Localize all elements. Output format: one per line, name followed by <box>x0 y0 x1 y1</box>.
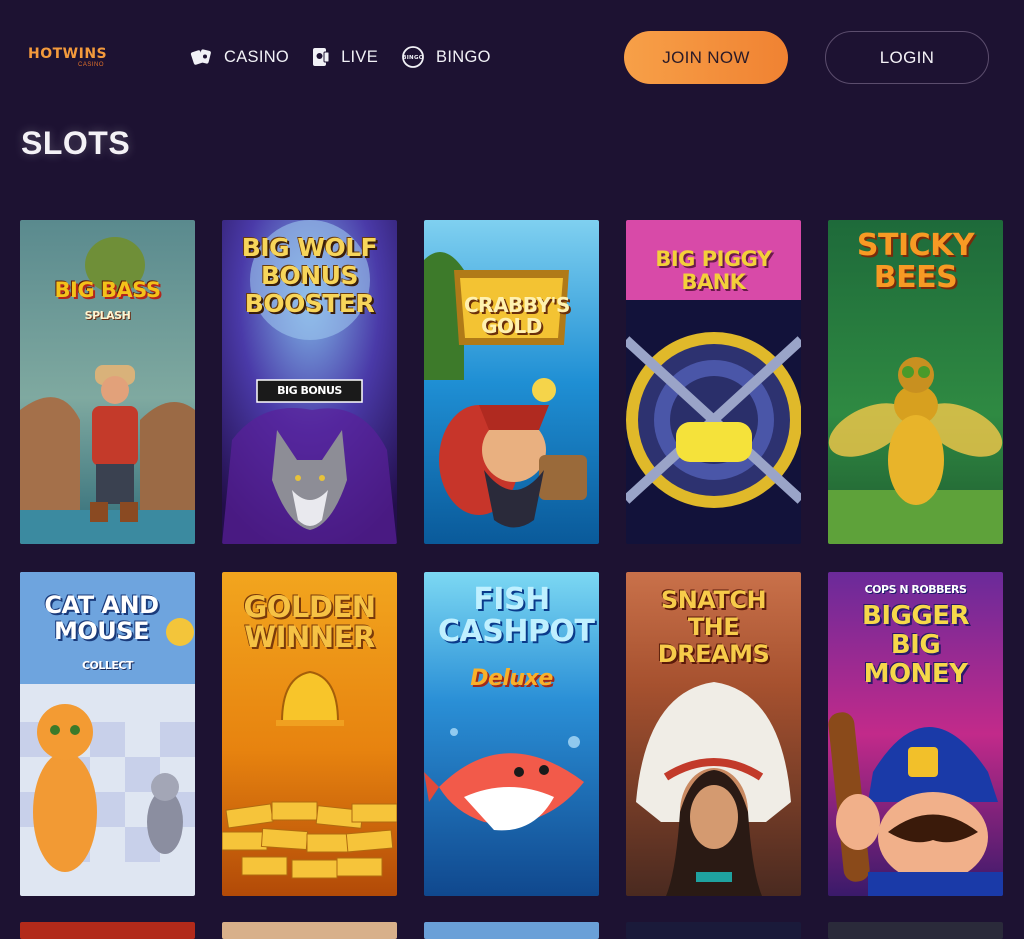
game-tile-snatch-the-dreams[interactable]: SNATCH THE DREAMS <box>626 572 801 896</box>
game-title: BIG PIGGY BANK <box>655 247 772 295</box>
game-subtitle: SPLASH <box>84 309 131 322</box>
nav-item-live[interactable]: LIVE <box>311 44 378 70</box>
svg-text:BINGO: BINGO <box>402 55 424 61</box>
game-subtitle: Deluxe <box>470 666 553 691</box>
game-title: GOLDEN WINNER <box>243 590 376 655</box>
game-artwork <box>20 220 195 544</box>
bingo-ball-icon: BINGO <box>402 46 424 68</box>
nav-item-casino[interactable]: CASINO <box>190 44 289 70</box>
game-tile-sticky-bees[interactable]: STICKY BEES <box>828 220 1003 544</box>
main-nav: CASINO LIVE BINGO BINGO <box>190 44 513 70</box>
game-title: BIG BASS <box>54 278 161 302</box>
game-tile-partial[interactable] <box>828 922 1003 939</box>
game-title: SNATCH THE DREAMS <box>657 586 770 668</box>
game-tile-cat-and-mouse[interactable]: CAT AND MOUSE COLLECT <box>20 572 195 896</box>
game-title: BIG WOLF BONUS BOOSTER <box>241 233 378 318</box>
game-subtitle: COPS N ROBBERS <box>864 583 967 596</box>
game-title: STICKY BEES <box>856 228 975 295</box>
brand-name: HOTWINS <box>28 46 108 62</box>
game-tile-big-piggy-bank[interactable]: BIG PIGGY BANK <box>626 220 801 544</box>
game-tile-big-wolf-bonus-booster[interactable]: BIG WOLF BONUS BOOSTER BIG BONUS <box>222 220 397 544</box>
game-tile-fish-cashpot-deluxe[interactable]: FISH CASHPOT Deluxe <box>424 572 599 896</box>
nav-label-live: LIVE <box>341 47 379 66</box>
game-title: CRABBY'S GOLD <box>464 293 570 338</box>
brand-tagline: CASINO <box>78 62 105 68</box>
live-dealer-icon <box>313 48 330 66</box>
nav-label-casino: CASINO <box>224 47 290 66</box>
game-badge: BIG BONUS <box>277 384 342 397</box>
game-artwork <box>424 220 599 544</box>
game-tile-partial[interactable] <box>20 922 195 939</box>
game-title: CAT AND MOUSE <box>44 591 159 646</box>
game-title: FISH CASHPOT <box>438 582 595 649</box>
login-button[interactable]: LOGIN <box>825 31 989 84</box>
nav-item-bingo[interactable]: BINGO BINGO <box>400 44 491 70</box>
site-header: HOTWINS CASINO CASINO LIVE BINGO BINGO J… <box>0 0 1024 115</box>
game-subtitle: COLLECT <box>81 659 134 672</box>
game-tile-big-bass-splash[interactable]: BIG BASS SPLASH <box>20 220 195 544</box>
join-now-button[interactable]: JOIN NOW <box>624 31 788 84</box>
page-title: SLOTS <box>21 125 131 161</box>
game-tile-partial[interactable] <box>626 922 801 939</box>
game-title: BIGGER BIG MONEY <box>862 601 969 690</box>
game-tile-partial[interactable] <box>222 922 397 939</box>
game-tile-golden-winner[interactable]: GOLDEN WINNER <box>222 572 397 896</box>
game-tile-bigger-big-money[interactable]: COPS N ROBBERS BIGGER BIG MONEY <box>828 572 1003 896</box>
game-tile-partial[interactable] <box>424 922 599 939</box>
brand-logo[interactable]: HOTWINS CASINO <box>28 46 108 74</box>
nav-label-bingo: BINGO <box>436 47 491 66</box>
cards-icon <box>190 49 211 65</box>
game-tile-crabbys-gold[interactable]: CRABBY'S GOLD <box>424 220 599 544</box>
